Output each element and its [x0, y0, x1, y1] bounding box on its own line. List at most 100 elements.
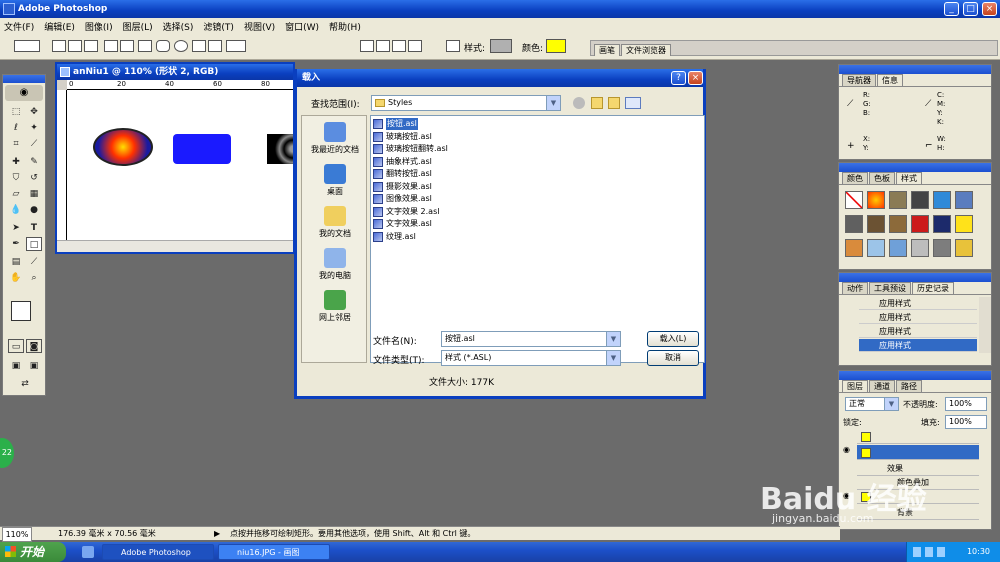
history-scrollbar[interactable] — [979, 297, 991, 353]
intersect-icon[interactable] — [392, 40, 406, 52]
style-swatch[interactable] — [955, 239, 973, 257]
list-item[interactable]: 摄影效果.asl — [373, 181, 432, 193]
ellipse-icon[interactable] — [174, 40, 188, 52]
chevron-down-icon[interactable]: ▼ — [606, 351, 620, 365]
adobe-eye-icon[interactable]: ◉ — [5, 85, 43, 101]
screen-mode-2-icon[interactable]: ▣ — [26, 359, 42, 373]
opacity-field[interactable]: 100% — [945, 397, 987, 411]
polygon-icon[interactable] — [192, 40, 206, 52]
back-icon[interactable] — [573, 97, 585, 109]
list-item[interactable]: 翻转按钮.asl — [373, 168, 432, 180]
chevron-down-icon[interactable]: ▼ — [884, 398, 898, 410]
style-swatch[interactable] — [845, 239, 863, 257]
tab-file-browser[interactable]: 文件浏览器 — [621, 44, 671, 56]
magic-wand-icon[interactable]: ✦ — [26, 121, 42, 135]
tab-layers[interactable]: 图层 — [842, 380, 868, 392]
style-swatch[interactable] — [911, 191, 929, 209]
place-my-computer[interactable]: 我的电脑 — [302, 248, 368, 281]
horizontal-scrollbar[interactable] — [57, 240, 293, 252]
hand-tool-icon[interactable]: ✋ — [8, 271, 24, 285]
pen-icon[interactable] — [104, 40, 118, 52]
tab-actions[interactable]: 动作 — [842, 282, 868, 294]
canvas[interactable] — [67, 90, 293, 240]
eye-icon[interactable]: ◉ — [843, 445, 850, 454]
close-button[interactable]: × — [982, 2, 997, 16]
up-folder-icon[interactable] — [591, 97, 603, 109]
slice-tool-icon[interactable]: ⟋ — [26, 137, 42, 151]
shape-layers-icon[interactable] — [52, 40, 66, 52]
history-item[interactable]: 应用样式 — [859, 325, 977, 338]
path-select-icon[interactable]: ➤ — [8, 221, 24, 235]
list-item[interactable]: 玻璃按钮翻转.asl — [373, 143, 448, 155]
new-folder-icon[interactable] — [608, 97, 620, 109]
tab-brushes[interactable]: 画笔 — [594, 44, 620, 56]
layer-row[interactable] — [857, 429, 979, 444]
gradient-tool-icon[interactable]: ▦ — [26, 187, 42, 201]
blend-mode-select[interactable]: 正常 ▼ — [845, 397, 899, 411]
style-swatch[interactable] — [867, 215, 885, 233]
place-my-documents[interactable]: 我的文档 — [302, 206, 368, 239]
zoom-tool-icon[interactable]: ⌕ — [26, 271, 42, 285]
tab-tool-presets[interactable]: 工具预设 — [869, 282, 911, 294]
style-swatch[interactable] — [845, 215, 863, 233]
style-swatch[interactable] — [955, 191, 973, 209]
taskbar-photoshop[interactable]: Adobe Photoshop — [102, 544, 214, 560]
type-tool-icon[interactable]: T — [26, 221, 42, 235]
style-swatch[interactable] — [955, 215, 973, 233]
history-item[interactable]: 应用样式 — [859, 311, 977, 324]
foreground-color-swatch[interactable] — [11, 301, 31, 321]
marquee-tool-icon[interactable]: ⬚ — [8, 105, 24, 119]
menu-select[interactable]: 选择(S) — [163, 20, 194, 33]
history-item[interactable]: 应用样式 — [859, 297, 977, 310]
play-icon[interactable]: ▶ — [214, 527, 220, 540]
minimize-button[interactable]: _ — [944, 2, 959, 16]
move-tool-icon[interactable]: ✥ — [26, 105, 42, 119]
list-item[interactable]: 文字效果.asl — [373, 218, 432, 230]
dialog-close-button[interactable]: × — [688, 71, 703, 85]
tool-preset-icon[interactable] — [14, 40, 40, 52]
menu-edit[interactable]: 编辑(E) — [44, 20, 75, 33]
standard-mode-icon[interactable]: ▭ — [8, 339, 24, 353]
pen-tool-icon[interactable]: ✒ — [8, 237, 24, 251]
chevron-down-icon[interactable]: ▼ — [546, 96, 560, 110]
style-swatch[interactable] — [867, 239, 885, 257]
list-item[interactable]: 按钮.asl — [373, 118, 418, 130]
style-swatch[interactable] — [889, 191, 907, 209]
lasso-tool-icon[interactable]: ℓ — [8, 121, 24, 135]
quick-mask-icon[interactable]: ◙ — [26, 339, 42, 353]
list-item[interactable]: 文字效果 2.asl — [373, 206, 439, 218]
clone-stamp-icon[interactable]: ⛉ — [8, 171, 24, 185]
list-item[interactable]: 玻璃按钮.asl — [373, 131, 432, 143]
list-item[interactable]: 图像效果.asl — [373, 193, 432, 205]
menu-layer[interactable]: 图层(L) — [123, 20, 153, 33]
list-item[interactable]: 纹理.asl — [373, 231, 416, 243]
layer-row-selected[interactable] — [857, 445, 979, 460]
look-in-combo[interactable]: Styles ▼ — [371, 95, 561, 111]
rectangle-icon[interactable] — [138, 40, 152, 52]
style-swatch[interactable] — [867, 191, 885, 209]
view-menu-icon[interactable] — [625, 97, 641, 109]
dodge-tool-icon[interactable]: ● — [26, 203, 42, 217]
style-swatch[interactable] — [911, 239, 929, 257]
history-brush-icon[interactable]: ↺ — [26, 171, 42, 185]
fill-pixels-icon[interactable] — [84, 40, 98, 52]
menu-window[interactable]: 窗口(W) — [285, 20, 319, 33]
subtract-icon[interactable] — [376, 40, 390, 52]
start-button[interactable]: 开始 — [0, 542, 66, 562]
history-item[interactable]: 应用样式 — [859, 339, 977, 352]
maximize-button[interactable]: □ — [963, 2, 978, 16]
zoom-field[interactable]: 110% — [2, 527, 32, 542]
tab-navigator[interactable]: 导航器 — [842, 74, 876, 86]
list-item[interactable]: 抽象样式.asl — [373, 156, 432, 168]
quick-launch-icon[interactable] — [82, 546, 94, 558]
menu-file[interactable]: 文件(F) — [4, 20, 34, 33]
shape-tool-icon[interactable]: □ — [26, 237, 42, 251]
screen-mode-1-icon[interactable]: ▣ — [8, 359, 24, 373]
filename-field[interactable]: 按钮.asl ▼ — [441, 331, 621, 347]
style-swatch[interactable] — [933, 215, 951, 233]
place-recent[interactable]: 我最近的文档 — [302, 122, 368, 155]
tab-history[interactable]: 历史记录 — [912, 282, 954, 294]
tab-info[interactable]: 信息 — [877, 74, 903, 86]
tab-channels[interactable]: 通道 — [869, 380, 895, 392]
menu-view[interactable]: 视图(V) — [244, 20, 275, 33]
